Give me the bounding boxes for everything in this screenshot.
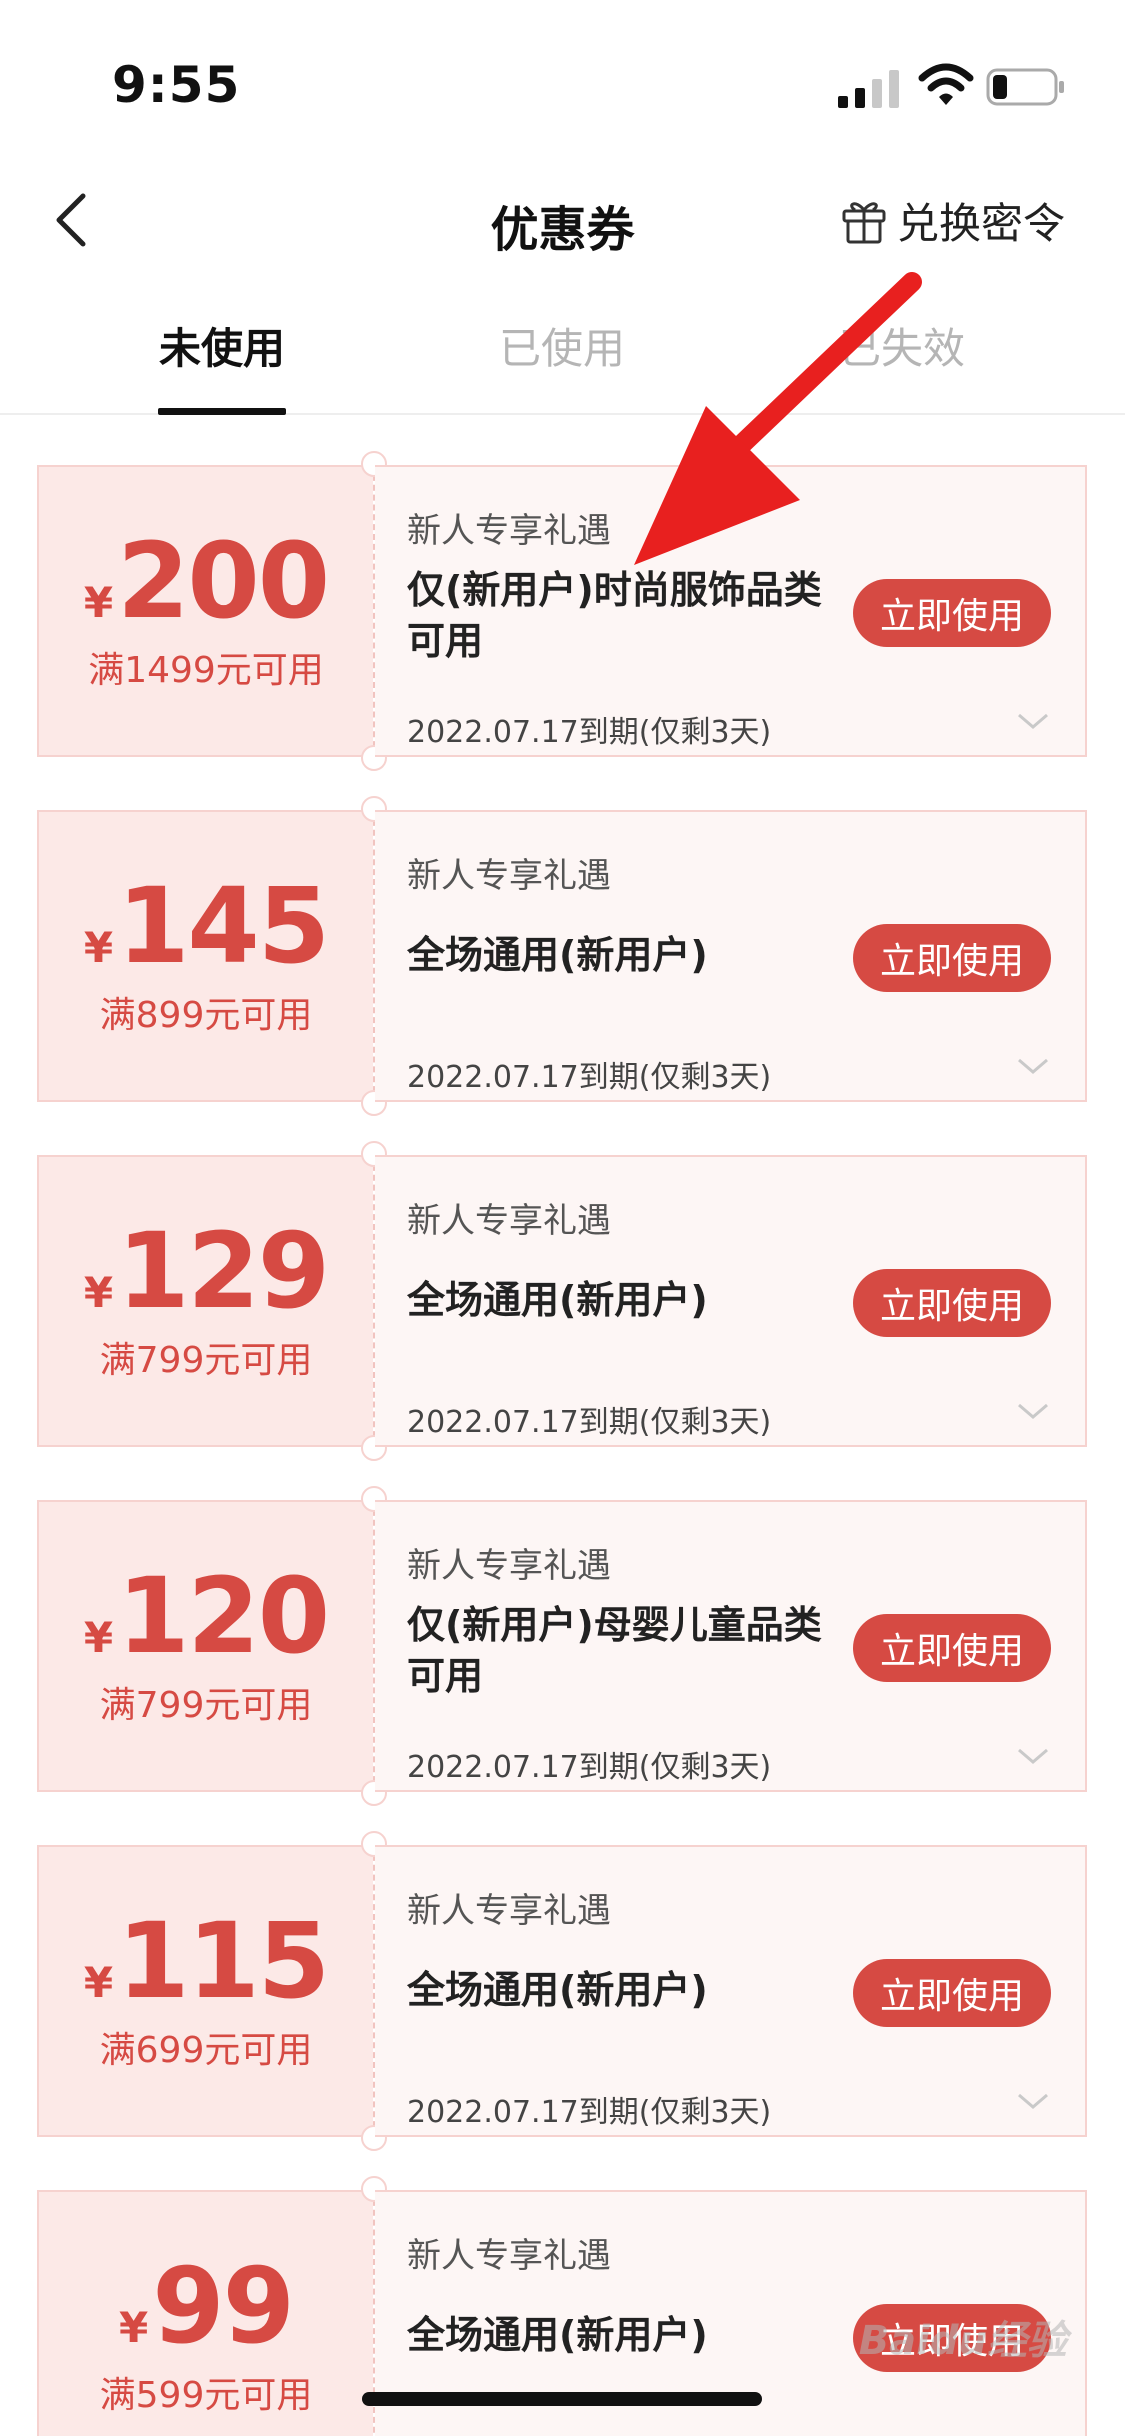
- use-now-button[interactable]: 立即使用: [853, 579, 1051, 647]
- currency-symbol: ¥: [83, 1268, 114, 1317]
- screen: 9:55 优惠券 兑换密令 未使用 已使用 已失效 ¥ 200 满1499元可用…: [0, 0, 1125, 2436]
- currency-symbol: ¥: [83, 1958, 114, 2007]
- coupon-condition: 满1499元可用: [88, 650, 324, 691]
- coupon-tag: 新人专享礼遇: [407, 511, 611, 551]
- coupon-tag: 新人专享礼遇: [407, 1546, 611, 1586]
- coupon-value-panel: ¥ 129 满799元可用: [37, 1155, 373, 1447]
- coupon-amount-row: ¥ 145: [83, 865, 330, 987]
- chevron-down-icon[interactable]: [1015, 2087, 1051, 2115]
- coupon-value-panel: ¥ 99 满599元可用: [37, 2190, 373, 2436]
- active-tab-indicator: [158, 408, 286, 415]
- coupon-tag: 新人专享礼遇: [407, 1891, 611, 1931]
- coupon-amount: 200: [117, 520, 330, 642]
- coupon-list: ¥ 200 满1499元可用 新人专享礼遇 仅(新用户)时尚服饰品类可用 202…: [37, 451, 1087, 2436]
- cellular-signal-icon: [838, 70, 899, 108]
- coupon-description: 全场通用(新用户): [407, 1278, 708, 1322]
- coupon-condition: 满899元可用: [99, 995, 313, 1036]
- use-now-button[interactable]: 立即使用: [853, 924, 1051, 992]
- coupon-info-panel: 新人专享礼遇 全场通用(新用户) 2022.07.17到期(仅剩3天) 立即使用: [375, 1155, 1087, 1447]
- coupon-condition: 满599元可用: [99, 2375, 313, 2416]
- gift-icon: [842, 202, 886, 244]
- coupon-amount-row: ¥ 99: [119, 2245, 295, 2367]
- coupon-info-panel: 新人专享礼遇 仅(新用户)时尚服饰品类可用 2022.07.17到期(仅剩3天)…: [375, 465, 1087, 757]
- wifi-icon: [918, 63, 974, 105]
- coupon-card: ¥ 129 满799元可用 新人专享礼遇 全场通用(新用户) 2022.07.1…: [37, 1141, 1087, 1461]
- chevron-down-icon[interactable]: [1015, 1742, 1051, 1770]
- tab-used[interactable]: 已使用: [462, 315, 662, 376]
- coupon-amount-row: ¥ 115: [83, 1900, 330, 2022]
- redeem-code-button[interactable]: 兑换密令: [841, 186, 1065, 254]
- chevron-down-icon[interactable]: [1015, 1397, 1051, 1425]
- coupon-info-panel: 新人专享礼遇 全场通用(新用户) 2022.07.17到期(仅剩3天) 立即使用: [375, 1845, 1087, 2137]
- home-indicator[interactable]: [362, 2392, 762, 2406]
- coupon-expiry: 2022.07.17到期(仅剩3天): [407, 1060, 772, 1095]
- coupon-value-panel: ¥ 115 满699元可用: [37, 1845, 373, 2137]
- currency-symbol: ¥: [83, 1613, 114, 1662]
- coupon-card: ¥ 145 满899元可用 新人专享礼遇 全场通用(新用户) 2022.07.1…: [37, 796, 1087, 1116]
- coupon-value-panel: ¥ 145 满899元可用: [37, 810, 373, 1102]
- coupon-amount-row: ¥ 120: [83, 1555, 330, 1677]
- coupon-expiry: 2022.07.17到期(仅剩3天): [407, 715, 772, 750]
- chevron-left-icon: [56, 193, 86, 247]
- coupon-card: ¥ 200 满1499元可用 新人专享礼遇 仅(新用户)时尚服饰品类可用 202…: [37, 451, 1087, 771]
- coupon-tag: 新人专享礼遇: [407, 1201, 611, 1241]
- coupon-description: 全场通用(新用户): [407, 2313, 708, 2357]
- coupon-tag: 新人专享礼遇: [407, 2236, 611, 2276]
- currency-symbol: ¥: [83, 578, 114, 627]
- tab-expired[interactable]: 已失效: [802, 315, 1002, 376]
- chevron-down-icon[interactable]: [1015, 707, 1051, 735]
- chevron-down-icon[interactable]: [1015, 1052, 1051, 1080]
- currency-symbol: ¥: [83, 923, 114, 972]
- back-button[interactable]: [40, 180, 100, 260]
- use-now-button[interactable]: 立即使用: [853, 1269, 1051, 1337]
- coupon-tag: 新人专享礼遇: [407, 856, 611, 896]
- coupon-card: ¥ 120 满799元可用 新人专享礼遇 仅(新用户)母婴儿童品类可用 2022…: [37, 1486, 1087, 1806]
- coupon-condition: 满799元可用: [99, 1340, 313, 1381]
- watermark-logo: Baidu经验: [858, 2318, 1067, 2364]
- coupon-condition: 满699元可用: [99, 2030, 313, 2071]
- status-bar: 9:55: [0, 0, 1125, 160]
- coupon-description: 仅(新用户)母婴儿童品类可用: [407, 1603, 822, 1699]
- coupon-amount-row: ¥ 129: [83, 1210, 330, 1332]
- use-now-button[interactable]: 立即使用: [853, 1959, 1051, 2027]
- coupon-expiry: 2022.07.17到期(仅剩3天): [407, 1405, 772, 1440]
- coupon-amount: 99: [152, 2245, 295, 2367]
- nav-bar: 优惠券 兑换密令: [0, 160, 1125, 280]
- redeem-code-label: 兑换密令: [896, 198, 1065, 248]
- coupon-condition: 满799元可用: [99, 1685, 313, 1726]
- coupon-info-panel: 新人专享礼遇 仅(新用户)母婴儿童品类可用 2022.07.17到期(仅剩3天)…: [375, 1500, 1087, 1792]
- status-time: 9:55: [112, 56, 241, 114]
- coupon-value-panel: ¥ 200 满1499元可用: [37, 465, 373, 757]
- coupon-amount: 120: [117, 1555, 330, 1677]
- coupon-description: 全场通用(新用户): [407, 933, 708, 977]
- tab-bar: 未使用 已使用 已失效: [0, 295, 1125, 415]
- use-now-button[interactable]: 立即使用: [853, 1614, 1051, 1682]
- tab-unused[interactable]: 未使用: [122, 315, 322, 376]
- coupon-expiry: 2022.07.17到期(仅剩3天): [407, 1750, 772, 1785]
- coupon-amount: 145: [117, 865, 330, 987]
- coupon-description: 全场通用(新用户): [407, 1968, 708, 2012]
- coupon-amount-row: ¥ 200: [83, 520, 330, 642]
- coupon-expiry: 2022.07.17到期(仅剩3天): [407, 2095, 772, 2130]
- currency-symbol: ¥: [119, 2303, 149, 2352]
- coupon-amount: 129: [117, 1210, 330, 1332]
- coupon-card: ¥ 115 满699元可用 新人专享礼遇 全场通用(新用户) 2022.07.1…: [37, 1831, 1087, 2151]
- battery-icon: [986, 68, 1064, 106]
- coupon-info-panel: 新人专享礼遇 全场通用(新用户) 2022.07.17到期(仅剩3天) 立即使用: [375, 810, 1087, 1102]
- coupon-amount: 115: [117, 1900, 330, 2022]
- coupon-value-panel: ¥ 120 满799元可用: [37, 1500, 373, 1792]
- coupon-description: 仅(新用户)时尚服饰品类可用: [407, 568, 822, 664]
